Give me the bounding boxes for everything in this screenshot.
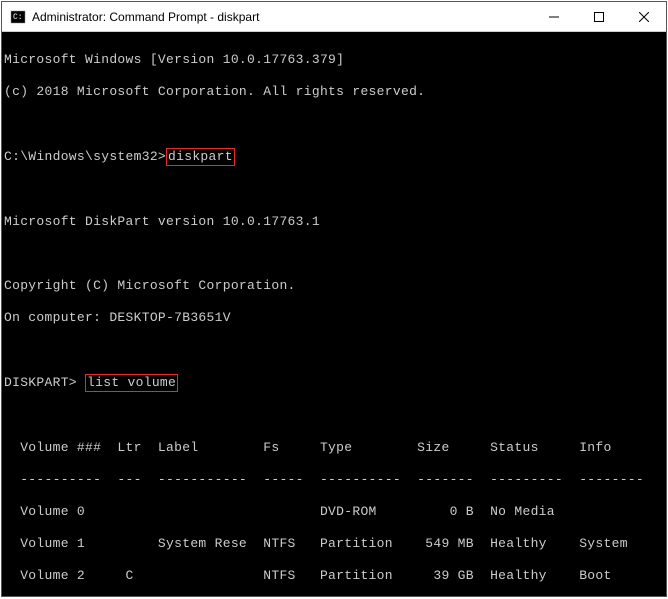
- command-highlight: list volume: [85, 374, 178, 392]
- prompt: DISKPART>: [4, 375, 85, 390]
- window-controls: [531, 2, 666, 31]
- close-button[interactable]: [621, 2, 666, 31]
- minimize-button[interactable]: [531, 2, 576, 31]
- output-line: On computer: DESKTOP-7B3651V: [4, 310, 664, 326]
- prompt: C:\Windows\system32>: [4, 149, 166, 164]
- terminal-output[interactable]: Microsoft Windows [Version 10.0.17763.37…: [2, 32, 666, 596]
- output-line: (c) 2018 Microsoft Corporation. All righ…: [4, 84, 664, 100]
- output-line: Copyright (C) Microsoft Corporation.: [4, 278, 664, 294]
- output-line: Microsoft Windows [Version 10.0.17763.37…: [4, 52, 664, 68]
- table-row: Volume 2 C NTFS Partition 39 GB Healthy …: [4, 568, 664, 584]
- cmd-icon: C:: [10, 9, 26, 25]
- maximize-button[interactable]: [576, 2, 621, 31]
- table-row: Volume 0 DVD-ROM 0 B No Media: [4, 504, 664, 520]
- command-prompt-window: C: Administrator: Command Prompt - diskp…: [1, 1, 667, 597]
- table-row: Volume 1 System Rese NTFS Partition 549 …: [4, 536, 664, 552]
- table-header: Volume ### Ltr Label Fs Type Size Status…: [4, 440, 664, 456]
- svg-text:C:: C:: [13, 13, 23, 22]
- window-title: Administrator: Command Prompt - diskpart: [32, 10, 531, 24]
- table-divider: ---------- --- ----------- ----- -------…: [4, 472, 664, 488]
- command-highlight: diskpart: [166, 148, 235, 166]
- titlebar[interactable]: C: Administrator: Command Prompt - diskp…: [2, 2, 666, 32]
- output-line: Microsoft DiskPart version 10.0.17763.1: [4, 214, 664, 230]
